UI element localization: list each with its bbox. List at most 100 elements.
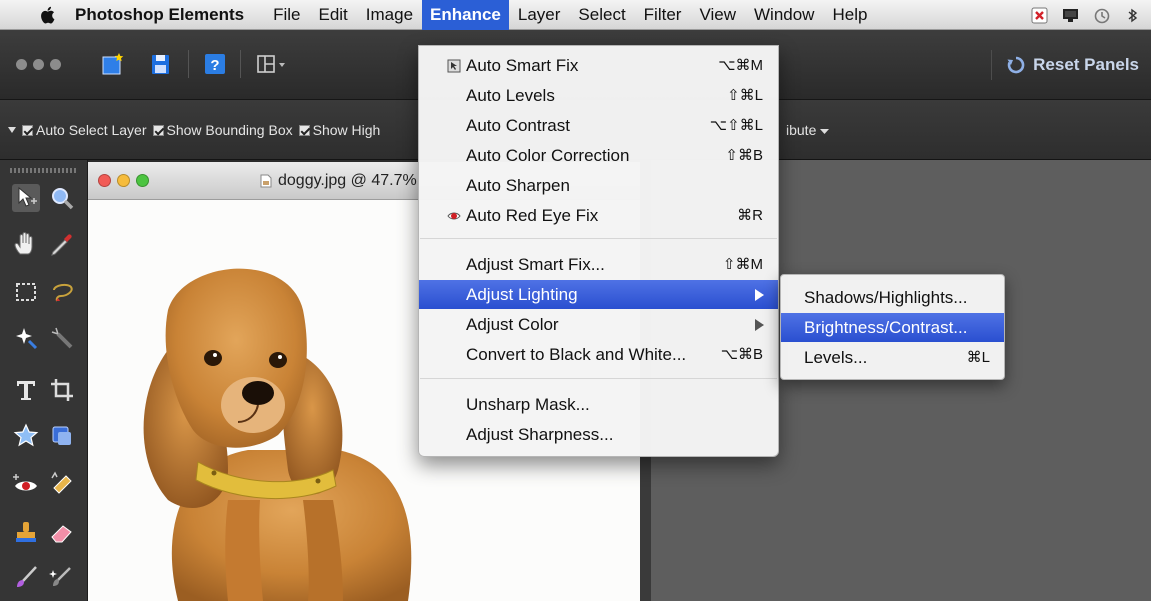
menu-item-adjust-lighting[interactable]: Adjust Lighting [419, 280, 778, 309]
submenu-arrow-icon [755, 289, 764, 301]
options-collapse-icon[interactable] [8, 126, 16, 134]
toolbar-separator [240, 50, 241, 78]
show-highlight-checkbox[interactable]: Show High [298, 122, 381, 138]
bluetooth-icon[interactable] [1124, 7, 1141, 24]
menu-item-adjust-sharpness[interactable]: Adjust Sharpness... [419, 420, 778, 449]
window-controls [98, 174, 149, 187]
auto-select-layer-label: Auto Select Layer [36, 122, 147, 138]
save-icon[interactable] [148, 52, 172, 76]
dot-icon[interactable] [50, 59, 61, 70]
convert-bw-label: Convert to Black and White... [466, 345, 687, 364]
menu-item-auto-levels[interactable]: Auto Levels ⇧⌘L [419, 81, 778, 110]
healing-brush-tool-icon[interactable] [48, 470, 76, 498]
zoom-tool-icon[interactable] [48, 184, 76, 212]
submenu-item-brightness-contrast[interactable]: Brightness/Contrast... [781, 313, 1004, 342]
dot-icon[interactable] [33, 59, 44, 70]
shortcut-label: ⇧⌘L [727, 87, 763, 104]
adjust-smart-fix-label: Adjust Smart Fix... [466, 255, 605, 274]
shadows-highlights-label: Shadows/Highlights... [804, 288, 968, 307]
minimize-window-icon[interactable] [117, 174, 130, 187]
reset-panels-label: Reset Panels [1033, 55, 1139, 74]
menu-item-adjust-color[interactable]: Adjust Color [419, 310, 778, 339]
menu-view[interactable]: View [690, 0, 745, 30]
menu-window[interactable]: Window [745, 0, 823, 30]
time-machine-icon[interactable] [1093, 7, 1110, 24]
reset-panels-button[interactable]: Reset Panels [991, 50, 1139, 80]
layout-menu-icon[interactable] [256, 52, 290, 76]
app-name-menu[interactable]: Photoshop Elements [75, 5, 244, 25]
submenu-item-shadows-highlights[interactable]: Shadows/Highlights... [781, 283, 1004, 312]
adjust-color-label: Adjust Color [466, 315, 559, 334]
zoom-window-icon[interactable] [136, 174, 149, 187]
panel-grip[interactable] [10, 168, 78, 173]
menu-item-auto-contrast[interactable]: Auto Contrast ⌥⇧⌘L [419, 111, 778, 140]
shortcut-label: ⌥⌘M [718, 57, 763, 74]
window-dots [16, 59, 61, 70]
submenu-item-levels[interactable]: Levels... ⌘L [781, 343, 1004, 372]
menu-item-convert-black-white[interactable]: Convert to Black and White... ⌥⌘B [419, 340, 778, 369]
close-window-icon[interactable] [98, 174, 111, 187]
move-tool-icon[interactable] [12, 184, 40, 212]
menu-item-auto-sharpen[interactable]: Auto Sharpen [419, 171, 778, 200]
shortcut-label: ⌘R [737, 207, 763, 224]
shape-star-tool-icon[interactable] [12, 422, 40, 450]
svg-text:?: ? [210, 57, 219, 74]
lasso-tool-icon[interactable] [48, 278, 76, 306]
show-bounding-box-checkbox[interactable]: Show Bounding Box [152, 122, 293, 138]
clone-stamp-tool-icon[interactable] [12, 518, 40, 546]
cookie-cutter-tool-icon[interactable] [48, 422, 76, 450]
shortcut-label: ⌥⇧⌘L [709, 117, 763, 134]
auto-select-layer-checkbox[interactable]: Auto Select Layer [22, 122, 147, 138]
auto-smart-fix-label: Auto Smart Fix [466, 56, 579, 75]
distribute-label: ibute [786, 122, 817, 138]
menu-help[interactable]: Help [823, 0, 876, 30]
red-eye-icon [447, 212, 461, 220]
magic-wand-tool-icon[interactable] [12, 324, 40, 352]
auto-red-eye-fix-label: Auto Red Eye Fix [466, 206, 599, 225]
chevron-down-icon [820, 129, 830, 134]
close-box-icon[interactable] [1031, 7, 1048, 24]
file-icon [260, 174, 272, 188]
menu-edit[interactable]: Edit [309, 0, 356, 30]
adjust-lighting-submenu: Shadows/Highlights... Brightness/Contras… [780, 274, 1005, 380]
menu-image[interactable]: Image [357, 0, 422, 30]
checkbox-checked-icon [152, 124, 164, 136]
monitor-icon[interactable] [1062, 7, 1079, 24]
hand-tool-icon[interactable] [12, 230, 40, 258]
brightness-contrast-label: Brightness/Contrast... [804, 318, 968, 337]
dot-icon[interactable] [16, 59, 27, 70]
red-eye-tool-icon[interactable] [12, 470, 40, 498]
show-bounding-box-label: Show Bounding Box [166, 122, 293, 138]
eraser-tool-icon[interactable] [48, 518, 76, 546]
checkbox-checked-icon [22, 124, 33, 136]
smart-brush-tool-icon[interactable] [48, 564, 76, 592]
unsharp-mask-label: Unsharp Mask... [466, 395, 590, 414]
menu-item-adjust-smart-fix[interactable]: Adjust Smart Fix... ⇧⌘M [419, 250, 778, 279]
submenu-arrow-icon [755, 319, 764, 331]
reset-icon [1007, 56, 1025, 74]
shortcut-label: ⇧⌘M [722, 256, 763, 273]
new-file-icon[interactable] [100, 52, 124, 76]
document-title-text: doggy.jpg @ 47.7% [278, 172, 417, 189]
brush-tool-icon[interactable] [12, 564, 40, 592]
menu-item-auto-smart-fix[interactable]: Auto Smart Fix ⌥⌘M [419, 51, 778, 80]
mac-menu-bar: Photoshop Elements File Edit Image Enhan… [0, 0, 1151, 30]
menu-select[interactable]: Select [569, 0, 634, 30]
show-highlight-label: Show High [312, 122, 381, 138]
apple-logo-icon[interactable] [37, 4, 59, 26]
menu-enhance[interactable]: Enhance [422, 0, 509, 30]
type-tool-icon[interactable] [12, 376, 40, 404]
enhance-menu: Auto Smart Fix ⌥⌘M Auto Levels ⇧⌘L Auto … [418, 45, 779, 457]
menu-layer[interactable]: Layer [509, 0, 570, 30]
menu-item-auto-red-eye-fix[interactable]: Auto Red Eye Fix ⌘R [419, 201, 778, 230]
marquee-tool-icon[interactable] [12, 278, 40, 306]
eyedropper-tool-icon[interactable] [48, 230, 76, 258]
quick-selection-tool-icon[interactable] [48, 324, 76, 352]
menu-file[interactable]: File [264, 0, 309, 30]
help-icon[interactable]: ? [203, 52, 227, 76]
crop-tool-icon[interactable] [48, 376, 76, 404]
menu-item-unsharp-mask[interactable]: Unsharp Mask... [419, 390, 778, 419]
menu-item-auto-color-correction[interactable]: Auto Color Correction ⇧⌘B [419, 141, 778, 170]
distribute-dropdown[interactable]: ibute [786, 122, 830, 138]
menu-filter[interactable]: Filter [635, 0, 691, 30]
